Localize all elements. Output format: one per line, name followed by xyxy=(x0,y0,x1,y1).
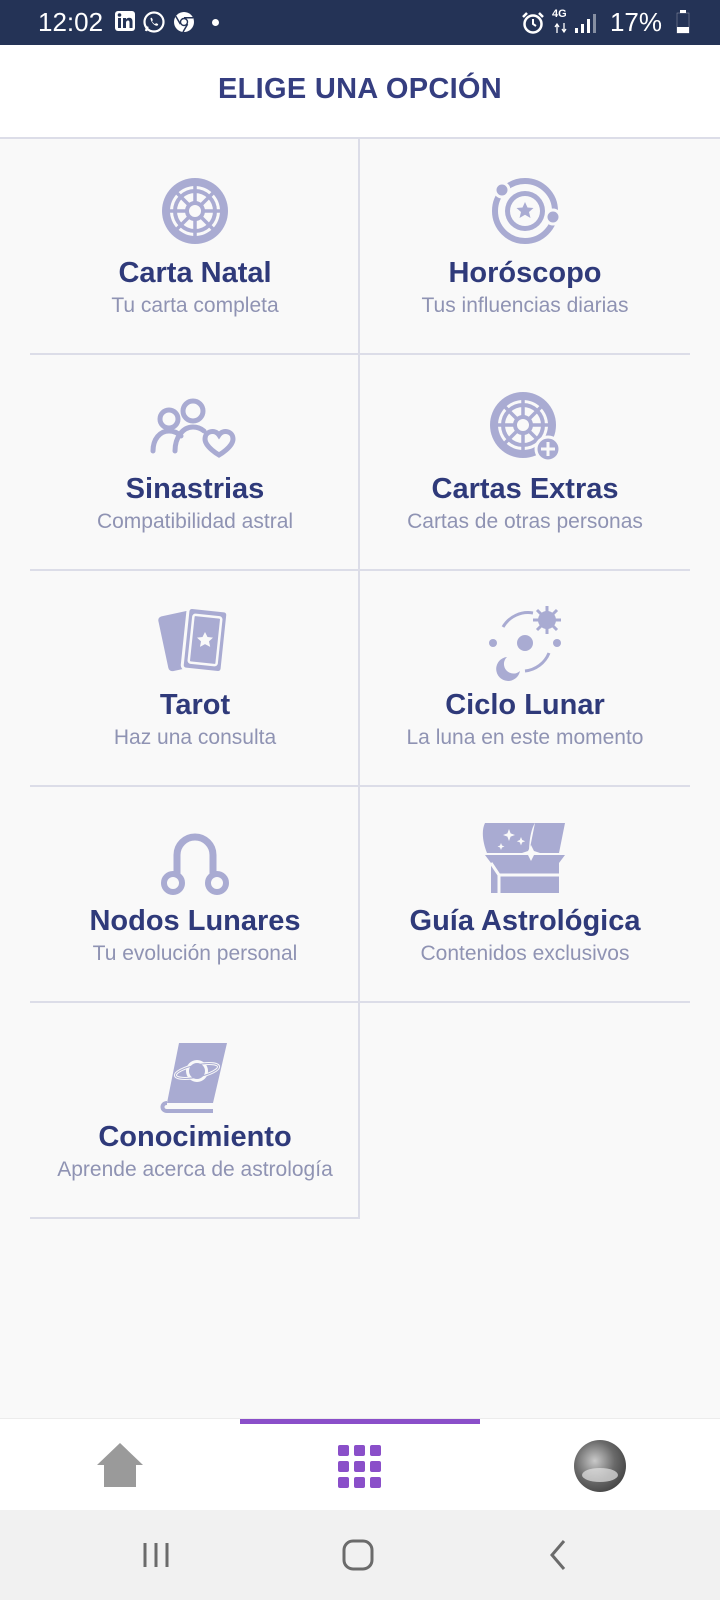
moon-cycle-icon xyxy=(489,606,561,681)
option-subtitle: Tu evolución personal xyxy=(92,942,298,965)
profile-avatar xyxy=(574,1440,626,1492)
recent-apps-button[interactable] xyxy=(96,1510,216,1600)
more-notifications-dot xyxy=(212,19,219,26)
book-planet-icon xyxy=(160,1043,227,1113)
tarot-cards-icon xyxy=(158,605,230,675)
option-subtitle: Compatibilidad astral xyxy=(96,510,294,533)
chart-wheel-plus-icon xyxy=(490,392,562,463)
option-carta-natal[interactable]: Carta Natal Tu carta completa xyxy=(30,139,360,355)
couple-hearts-icon xyxy=(150,398,236,458)
whatsapp-icon xyxy=(143,11,165,33)
option-title: Tarot xyxy=(159,689,231,721)
option-sinastrias[interactable]: Sinastrias Compatibilidad astral xyxy=(30,355,360,571)
status-time: 12:02 xyxy=(38,7,104,37)
battery-percent: 17% xyxy=(609,7,662,37)
option-subtitle: Cartas de otras personas xyxy=(407,510,643,533)
home-icon xyxy=(97,1443,143,1487)
nav-profile[interactable] xyxy=(480,1419,720,1511)
recent-apps-icon xyxy=(143,1543,169,1567)
battery-icon xyxy=(676,10,690,34)
alarm-icon xyxy=(522,12,544,34)
option-title: Sinastrias xyxy=(125,473,265,505)
linkedin-icon xyxy=(115,11,135,31)
option-conocimiento[interactable]: Conocimiento Aprende acerca de astrologí… xyxy=(30,1003,360,1219)
status-bar: 12:02 4G 17% xyxy=(0,0,720,45)
option-subtitle: Tu carta completa xyxy=(111,294,279,317)
page-title: ELIGE UNA OPCIÓN xyxy=(217,73,503,105)
natal-chart-wheel-icon xyxy=(162,178,228,244)
option-subtitle: Haz una consulta xyxy=(113,726,277,749)
option-nodos-lunares[interactable]: Nodos Lunares Tu evolución personal xyxy=(30,787,360,1003)
home-system-button[interactable] xyxy=(298,1510,418,1600)
option-title: Horóscopo xyxy=(448,257,602,289)
option-subtitle: Tus influencias diarias xyxy=(421,294,629,317)
home-circle-icon xyxy=(342,1539,374,1571)
system-indicators: 4G 17% xyxy=(520,6,690,38)
option-title: Guía Astrológica xyxy=(409,905,641,937)
option-subtitle: La luna en este momento xyxy=(406,726,644,749)
option-title: Nodos Lunares xyxy=(89,905,301,937)
option-subtitle: Contenidos exclusivos xyxy=(420,942,630,965)
option-guia-astrologica[interactable]: Guía Astrológica Contenidos exclusivos xyxy=(360,787,690,1003)
nav-menu[interactable] xyxy=(240,1419,480,1511)
signal-icon xyxy=(575,14,596,33)
option-tarot[interactable]: Tarot Haz una consulta xyxy=(30,571,360,787)
network-type: 4G xyxy=(552,8,567,20)
option-subtitle: Aprende acerca de astrología xyxy=(57,1158,333,1181)
option-cartas-extras[interactable]: Cartas Extras Cartas de otras personas xyxy=(360,355,690,571)
treasure-chest-icon xyxy=(482,823,565,893)
option-ciclo-lunar[interactable]: Ciclo Lunar La luna en este momento xyxy=(360,571,690,787)
grid-menu-icon xyxy=(338,1445,381,1488)
option-title: Cartas Extras xyxy=(431,473,619,505)
option-title: Carta Natal xyxy=(118,257,272,289)
lunar-nodes-icon xyxy=(161,833,229,895)
data-arrows-icon xyxy=(554,22,567,34)
bottom-navigation xyxy=(0,1418,720,1511)
page-header: ELIGE UNA OPCIÓN xyxy=(0,45,720,139)
back-button[interactable] xyxy=(498,1510,618,1600)
nav-home[interactable] xyxy=(0,1419,240,1511)
back-chevron-icon xyxy=(550,1540,566,1570)
option-horoscopo[interactable]: Horóscopo Tus influencias diarias xyxy=(360,139,690,355)
chrome-icon xyxy=(174,12,194,33)
horoscope-orbit-icon xyxy=(492,178,562,244)
option-title: Conocimiento xyxy=(98,1121,292,1153)
system-navigation-bar xyxy=(0,1510,720,1600)
option-title: Ciclo Lunar xyxy=(445,689,605,721)
